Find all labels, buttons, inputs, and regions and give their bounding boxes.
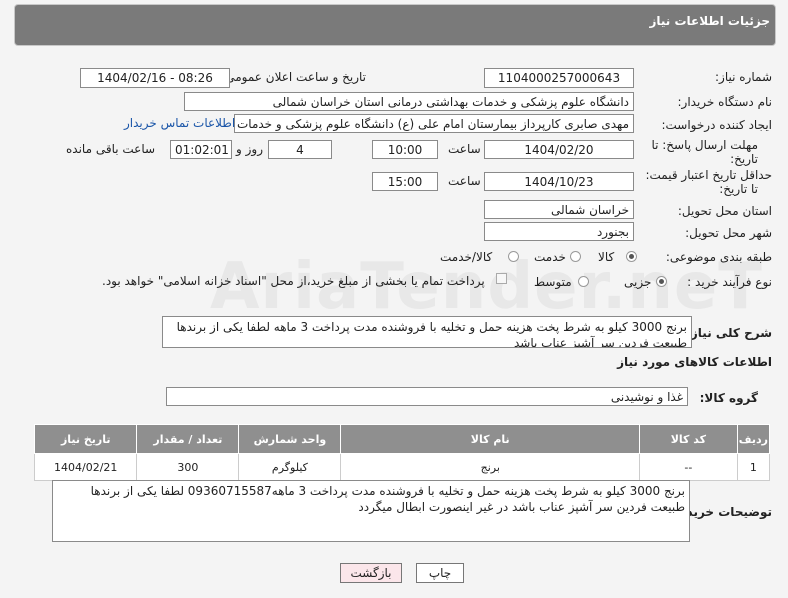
buyer-org-field[interactable]: دانشگاه علوم پزشکی و خدمات بهداشتی درمان… [184,92,634,111]
province-label: استان محل تحویل: [677,204,772,218]
deadline-label-line2: تاریخ: [730,152,758,166]
col-unit: واحد شمارش [238,424,342,454]
cell-quantity: 300 [136,453,240,481]
items-table: ردیف کد کالا نام کالا واحد شمارش تعداد /… [33,424,771,481]
need-number-label: شماره نیاز: [715,70,772,84]
remaining-label: ساعت باقی مانده [66,142,156,156]
col-row-number: ردیف [736,424,771,454]
validity-time-label: ساعت [448,174,481,188]
process-option-minor: جزیی [624,275,652,289]
category-radio-goods-service[interactable] [508,251,519,262]
table-header-row: ردیف کد کالا نام کالا واحد شمارش تعداد /… [33,424,771,454]
announce-label: تاریخ و ساعت اعلان عمومی: [221,70,366,84]
cell-unit: کیلوگرم [238,453,342,481]
requester-label: ایجاد کننده درخواست: [661,118,772,132]
cell-goods-name: برنج [340,453,641,481]
payment-checkbox[interactable] [496,273,507,284]
general-desc-label: شرح کلی نیاز: [686,326,772,340]
buyer-notes-field[interactable]: برنج 3000 کیلو به شرط پخت هزینه حمل و تخ… [52,480,690,542]
payment-note: پرداخت تمام یا بخشی از مبلغ خرید،از محل … [102,274,485,288]
category-option-service: خدمت [534,250,566,264]
category-option-goods: کالا [598,250,615,264]
goods-group-field[interactable]: غذا و نوشیدنی [166,387,688,406]
col-goods-code: کد کالا [639,424,738,454]
category-radio-goods[interactable] [626,251,637,262]
back-button[interactable]: بازگشت [340,563,402,583]
col-quantity: تعداد / مقدار [136,424,240,454]
col-need-date: تاریخ نیاز [33,424,138,454]
contact-info-link[interactable]: اطلاعات تماس خریدار [124,116,235,130]
deadline-date-field[interactable]: 1404/02/20 [484,140,634,159]
cell-row-number: 1 [736,453,771,481]
col-goods-name: نام کالا [340,424,641,454]
remaining-time-field[interactable]: 01:02:01 [170,140,232,159]
validity-time-field[interactable]: 15:00 [372,172,438,191]
category-option-goods-service: کالا/خدمت [440,250,493,264]
deadline-time-field[interactable]: 10:00 [372,140,438,159]
cell-goods-code: -- [639,453,738,481]
process-radio-medium[interactable] [578,276,589,287]
deadline-label-line1: مهلت ارسال پاسخ: تا [651,138,758,152]
table-row[interactable]: 1 -- برنج کیلوگرم 300 1404/02/21 [33,453,771,481]
process-radio-minor[interactable] [656,276,667,287]
general-desc-field[interactable]: برنج 3000 کیلو به شرط پخت هزینه حمل و تخ… [162,316,692,348]
items-section-title: اطلاعات کالاهای مورد نیاز [617,355,772,369]
days-label: روز و [236,142,263,156]
print-button[interactable]: چاپ [416,563,464,583]
validity-label-line2: تا تاریخ: [719,182,758,196]
validity-label-line1: حداقل تاریخ اعتبار قیمت: [645,168,772,182]
cell-need-date: 1404/02/21 [33,453,138,481]
days-field[interactable]: 4 [268,140,332,159]
deadline-time-label: ساعت [448,142,481,156]
category-radio-service[interactable] [570,251,581,262]
need-number-field[interactable]: 1104000257000643 [484,68,634,88]
city-label: شهر محل تحویل: [685,226,772,240]
category-label: طبقه بندی موضوعی: [665,250,772,264]
requester-field[interactable]: مهدی صابری کارپرداز بیمارستان امام علی (… [234,114,634,133]
page-title: جزئیات اطلاعات نیاز [649,14,770,28]
city-field[interactable]: بجنورد [484,222,634,241]
validity-date-field[interactable]: 1404/10/23 [484,172,634,191]
process-label: نوع فرآیند خرید : [687,275,772,289]
buyer-org-label: نام دستگاه خریدار: [677,95,773,109]
process-option-medium: متوسط [534,275,572,289]
province-field[interactable]: خراسان شمالی [484,200,634,219]
announce-field[interactable]: 1404/02/16 - 08:26 [80,68,230,88]
goods-group-label: گروه کالا: [699,391,758,405]
